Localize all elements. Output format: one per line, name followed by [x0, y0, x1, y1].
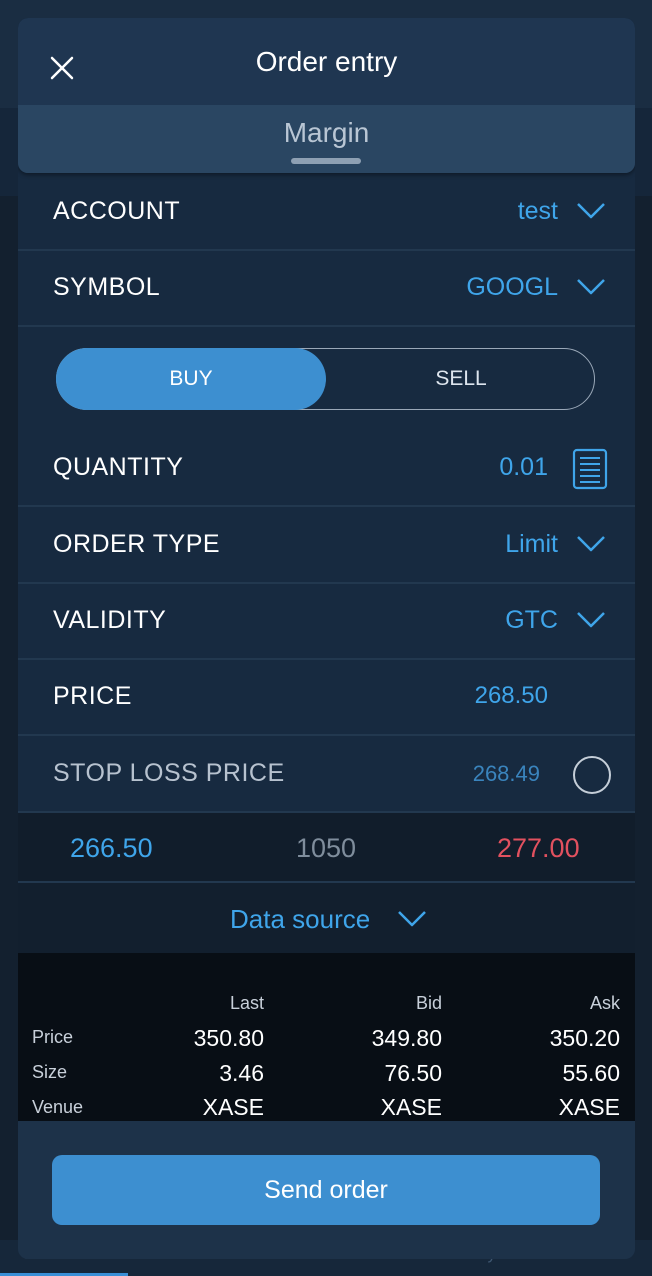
table-cell: 55.60 — [562, 1060, 620, 1086]
order-type-label: ORDER TYPE — [53, 530, 221, 558]
quote-strip: 266.50 1050 277.00 — [18, 813, 635, 883]
validity-row[interactable]: VALIDITY GTC — [18, 584, 635, 660]
symbol-label: SYMBOL — [53, 273, 161, 301]
order-type-row[interactable]: ORDER TYPE Limit — [18, 508, 635, 584]
sell-button[interactable]: SELL — [327, 348, 595, 410]
modal-footer: Send order — [18, 1121, 635, 1259]
send-order-button[interactable]: Send order — [52, 1155, 600, 1225]
buy-button[interactable]: BUY — [56, 348, 326, 410]
calculator-icon[interactable] — [572, 448, 608, 490]
chevron-down-icon[interactable] — [396, 907, 428, 931]
table-cell: 76.50 — [384, 1060, 442, 1086]
chevron-down-icon[interactable] — [575, 199, 607, 223]
order-entry-modal: Order entry Margin ACCOUNT test SYMBOL G… — [18, 18, 635, 1259]
price-input[interactable]: 268.50 — [475, 682, 548, 710]
table-cell: XASE — [202, 1094, 264, 1120]
order-type-value[interactable]: Limit — [505, 530, 558, 559]
table-cell: 349.80 — [371, 1025, 442, 1051]
bid-price[interactable]: 266.50 — [70, 833, 153, 864]
table-cell: 350.80 — [193, 1025, 264, 1051]
validity-value[interactable]: GTC — [505, 606, 558, 635]
row-label-size: Size — [32, 1062, 68, 1082]
account-value[interactable]: test — [518, 197, 558, 226]
chevron-down-icon[interactable] — [575, 275, 607, 299]
quantity-label: QUANTITY — [53, 453, 184, 481]
page-title: Order entry — [255, 46, 398, 77]
column-header-bid: Bid — [415, 993, 442, 1013]
column-header-last: Last — [229, 993, 264, 1013]
price-label: PRICE — [53, 682, 132, 710]
modal-header: Order entry Margin — [18, 18, 635, 173]
row-label-price: Price — [32, 1027, 74, 1047]
symbol-value[interactable]: GOOGL — [466, 273, 558, 302]
chevron-down-icon[interactable] — [575, 532, 607, 556]
row-label-venue: Venue — [32, 1097, 84, 1117]
radio-empty-icon[interactable] — [573, 756, 611, 794]
market-data-table: Last Bid Ask Price 350.80 349.80 350.20 … — [18, 953, 635, 1121]
margin-subheader[interactable]: Margin — [18, 105, 635, 173]
table-cell: XASE — [380, 1094, 442, 1120]
quantity-row[interactable]: QUANTITY 0.01 — [18, 431, 635, 507]
chevron-down-icon[interactable] — [575, 608, 607, 632]
table-cell: 3.46 — [219, 1060, 264, 1086]
subheader-label: Margin — [283, 117, 370, 148]
account-label: ACCOUNT — [53, 197, 181, 225]
data-source-toggle[interactable]: Data source — [18, 883, 635, 953]
price-row[interactable]: PRICE 268.50 — [18, 660, 635, 736]
validity-label: VALIDITY — [53, 606, 167, 634]
data-source-label: Data source — [230, 904, 371, 934]
spread-value: 1050 — [296, 833, 357, 863]
symbol-row[interactable]: SYMBOL GOOGL — [18, 251, 635, 327]
drag-handle[interactable] — [291, 158, 361, 164]
account-row[interactable]: ACCOUNT test — [18, 175, 635, 251]
stop-loss-label: STOP LOSS PRICE — [53, 759, 285, 787]
table-cell: XASE — [558, 1094, 620, 1120]
stop-loss-input[interactable]: 268.49 — [473, 761, 540, 787]
table-cell: 350.20 — [549, 1025, 620, 1051]
quantity-input[interactable]: 0.01 — [499, 453, 548, 482]
buy-sell-toggle: BUY SELL — [56, 348, 595, 410]
stop-loss-row[interactable]: STOP LOSS PRICE 268.49 — [18, 737, 635, 813]
ask-price[interactable]: 277.00 — [497, 833, 580, 864]
column-header-ask: Ask — [589, 993, 620, 1013]
